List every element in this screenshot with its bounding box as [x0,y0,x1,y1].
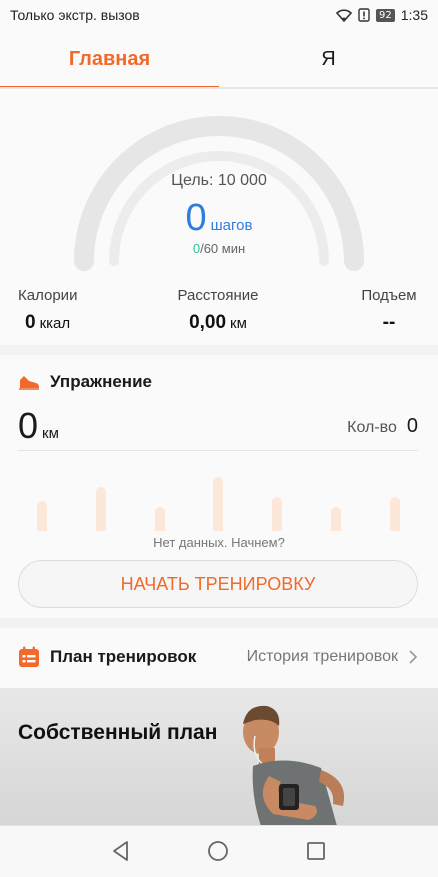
distance-value: 0,00 [189,312,227,333]
climb-label: Подъем [361,287,417,304]
home-icon[interactable] [207,840,229,862]
steps-count: 0 шагов [0,197,438,240]
calories-value: 0 [25,312,36,333]
no-data-text: Нет данных. Начнем? [153,535,285,550]
daily-summary-card[interactable]: Цель: 10 000 0 шагов 0/60 мин Калории 0 кк… [0,89,438,345]
steps-goal: Цель: 10 000 [171,172,267,189]
calories-label: Калории [18,287,78,304]
status-icons: 92 1:35 [336,7,428,23]
exercise-count-value: 0 [406,415,418,437]
plan-title: План тренировок [50,647,197,666]
alert-icon [358,8,370,22]
placeholder-bar [390,497,400,531]
calories-metric: Калории 0 ккал [18,287,77,334]
exercise-distance: 0 км [18,405,59,447]
start-workout-button[interactable]: НАЧАТЬ ТРЕНИРОВКУ [18,560,418,608]
calories-value-row: 0 ккал [18,312,77,334]
system-navigation-bar [0,825,438,877]
active-minutes-value: 0 [192,241,201,256]
battery-icon: 92 [376,8,395,22]
workout-history-label: История тренировок [246,648,398,665]
runner-photo [243,705,345,825]
clock: 1:35 [400,7,428,23]
exercise-distance-value: 0 [18,405,39,446]
tab-home[interactable]: Главная [0,30,219,89]
placeholder-bar [272,497,282,531]
exercise-distance-unit: км [42,425,59,442]
placeholder-bar [155,507,165,531]
climb-metric: Подъем -- [350,287,428,334]
placeholder-bar [37,501,47,531]
workout-history-link[interactable]: История тренировок [247,648,418,666]
back-icon[interactable] [110,840,132,862]
calories-unit: ккал [39,315,71,332]
exercise-count: Кол-во 0 [347,415,418,438]
placeholder-bar [213,477,223,531]
steps-value: 0 [185,197,207,239]
exercise-card[interactable]: Упражнение 0 км Кол-во 0 Нет данных. Нач… [0,355,438,618]
distance-label: Расстояние [177,287,259,304]
tab-me[interactable]: Я [219,30,438,89]
distance-metric: Расстояние 0,00 км [158,287,278,334]
placeholder-bar [96,487,106,531]
recent-apps-icon[interactable] [305,840,327,862]
minutes-goal: /60 мин [200,241,246,256]
exercise-title: Упражнение [50,372,152,391]
calendar-icon [19,646,39,667]
exercise-header: Упражнение [18,372,152,392]
climb-value-row: -- [350,312,428,334]
carrier-text: Только экстр. вызов [10,7,140,23]
placeholder-bar [331,507,341,531]
placeholder-bars [0,465,438,531]
distance-value-row: 0,00 км [158,312,278,334]
wifi-icon [336,8,353,22]
chevron-right-icon [409,650,418,664]
exercise-count-label: Кол-во [347,419,397,436]
status-bar: Только экстр. вызов 92 1:35 [0,0,438,30]
plan-header: План тренировок [18,646,196,668]
custom-plan-title: Собственный план [18,721,218,744]
tab-bar: Главная Я [0,30,438,89]
exercise-divider [18,450,418,451]
distance-unit: км [230,315,247,332]
active-minutes: 0/60 мин [0,241,438,256]
running-shoe-icon [19,376,39,390]
climb-value: -- [382,312,396,333]
custom-plan-banner[interactable]: Собственный план [0,688,438,825]
workout-plan-row[interactable]: План тренировок История тренировок [0,628,438,688]
steps-unit: шагов [210,217,253,234]
